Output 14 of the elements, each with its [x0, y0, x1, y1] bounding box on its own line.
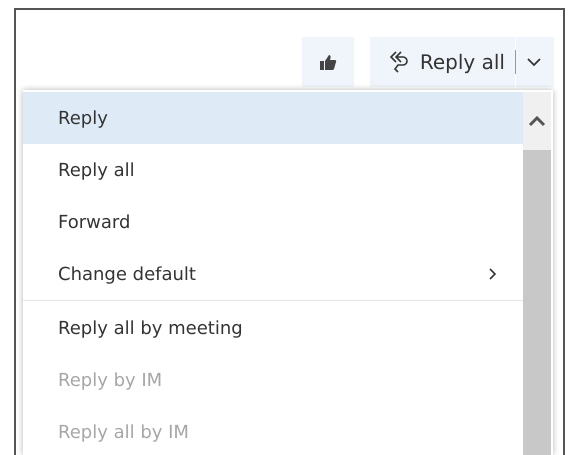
menu-item[interactable]: Forward — [23, 196, 523, 248]
thumbs-up-icon — [318, 54, 337, 70]
reply-all-button[interactable]: Reply all — [370, 37, 515, 87]
dropdown-button[interactable] — [516, 37, 554, 87]
reply-all-icon — [388, 50, 410, 74]
chevron-right-icon — [488, 267, 497, 281]
scrollbar[interactable] — [523, 92, 551, 455]
menu-item[interactable]: Change default — [23, 248, 523, 300]
menu-item[interactable]: Reply all — [23, 144, 523, 196]
menu-item[interactable]: Reply — [23, 92, 523, 144]
menu-item[interactable]: Reply all by meeting — [23, 302, 523, 354]
like-button[interactable] — [302, 37, 354, 87]
chevron-up-icon — [528, 115, 546, 127]
chevron-down-icon — [526, 57, 542, 67]
